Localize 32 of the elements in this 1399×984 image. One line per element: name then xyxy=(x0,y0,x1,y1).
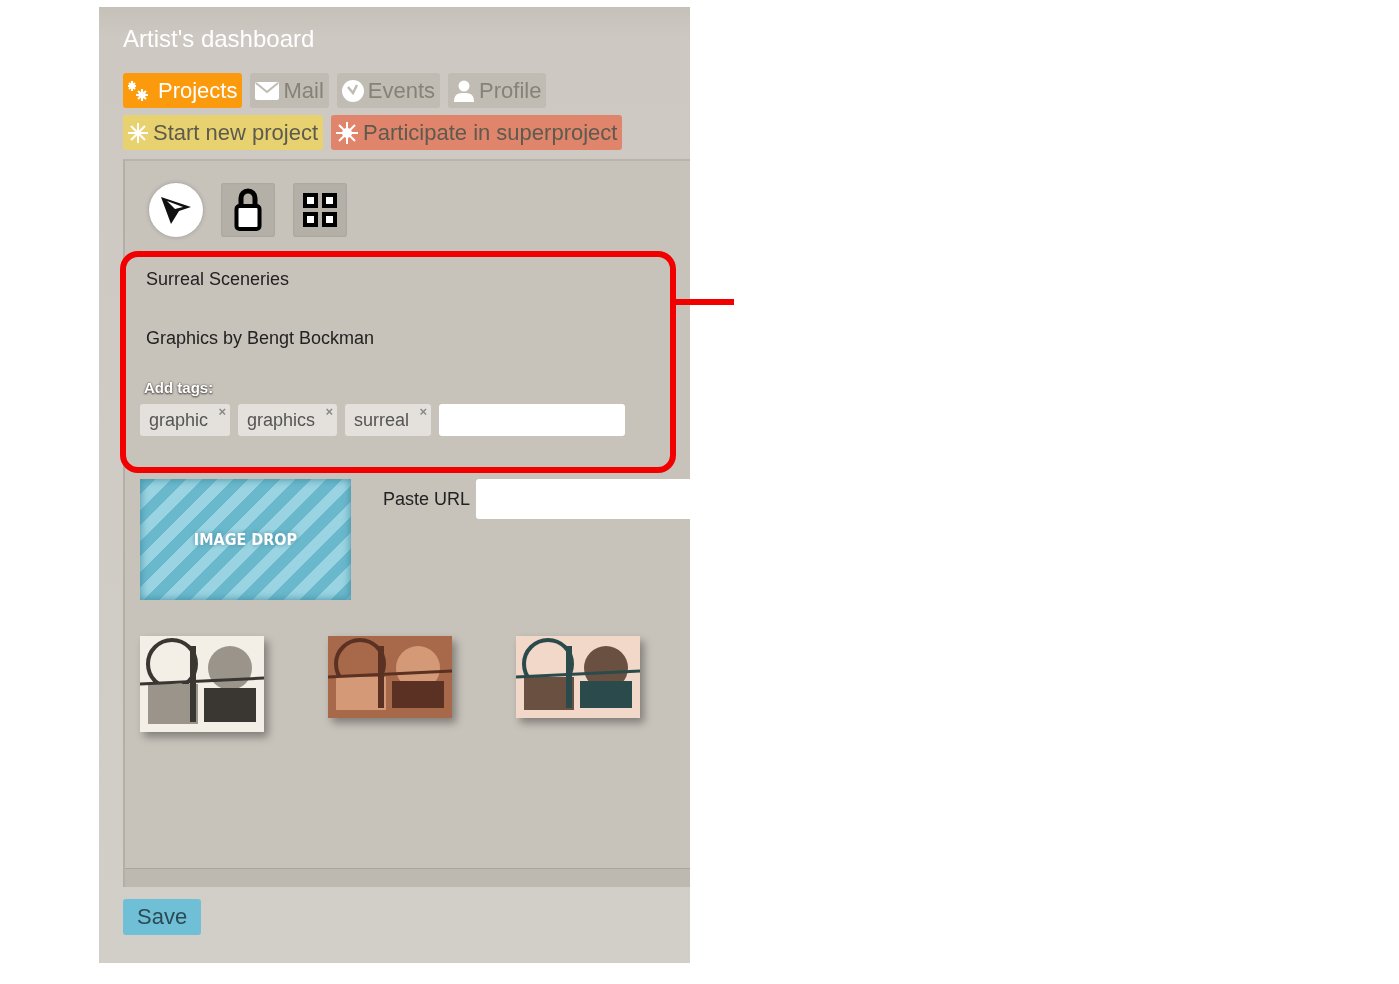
asterisk-icon xyxy=(128,122,148,143)
action-button[interactable]: Start new project xyxy=(123,115,324,150)
image-drop-zone[interactable]: IMAGE DROP xyxy=(140,479,351,600)
project-title: Surreal Sceneries xyxy=(146,269,291,290)
paste-url-label: Paste URL xyxy=(383,489,471,510)
tag-input[interactable] xyxy=(439,404,626,436)
action-button[interactable]: Participate in superproject xyxy=(331,115,623,150)
tool-button[interactable] xyxy=(221,183,275,237)
nav-tab[interactable]: Mail xyxy=(250,73,329,108)
tags-label: Add tags: xyxy=(144,379,215,396)
pointer-icon xyxy=(159,194,193,226)
save-button[interactable]: Save xyxy=(123,899,202,935)
project-credit: Graphics by Bengt Bockman xyxy=(146,328,376,349)
grid-icon xyxy=(302,192,338,228)
tool-button[interactable] xyxy=(293,183,347,237)
dashboard-title: Artist's dashboard xyxy=(123,25,315,53)
tag-label: graphic xyxy=(149,409,209,431)
nav-tab[interactable]: Projects xyxy=(123,73,243,108)
lock-icon xyxy=(234,188,262,232)
sparkle-icon xyxy=(336,121,359,144)
clock-icon xyxy=(341,79,364,102)
nav-tab[interactable]: Events xyxy=(336,73,441,108)
tag-label: graphics xyxy=(247,409,316,431)
remove-tag-button[interactable]: × xyxy=(419,404,428,419)
tag-label: surreal xyxy=(354,409,410,431)
remove-tag-button[interactable]: × xyxy=(218,404,227,419)
tool-button[interactable] xyxy=(149,183,203,237)
nav-tab[interactable]: Profile xyxy=(448,73,547,108)
envelope-icon xyxy=(255,81,280,100)
url-input[interactable] xyxy=(476,479,690,519)
remove-tag-button[interactable]: × xyxy=(325,404,334,419)
person-icon xyxy=(453,79,476,102)
